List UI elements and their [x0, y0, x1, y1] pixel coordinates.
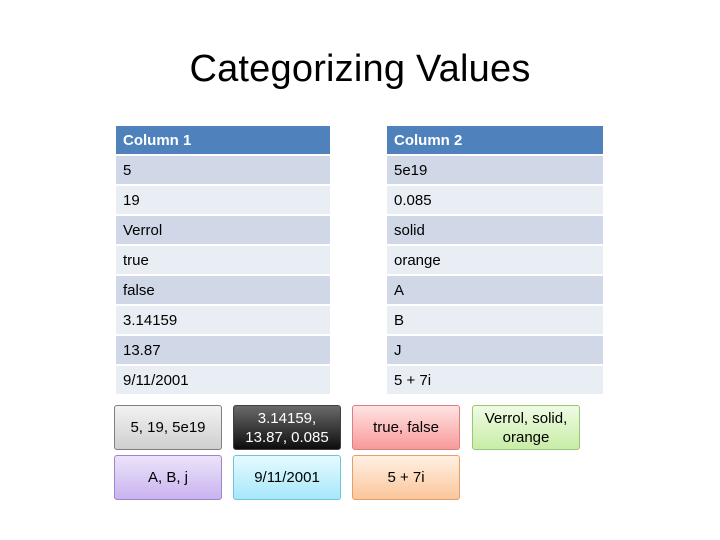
table-cell: orange: [387, 246, 603, 276]
table-cell: J: [387, 336, 603, 366]
table-cell: 9/11/2001: [116, 366, 330, 396]
table-row: A: [387, 276, 603, 306]
table-row: orange: [387, 246, 603, 276]
table-cell: 13.87: [116, 336, 330, 366]
table-row: 5e19: [387, 156, 603, 186]
table-cell: 5 + 7i: [387, 366, 603, 396]
table-row: true: [116, 246, 330, 276]
table-row: B: [387, 306, 603, 336]
category-box-integers: 5, 19, 5e19: [114, 405, 222, 450]
category-box-complex: 5 + 7i: [352, 455, 460, 500]
table-cell: solid: [387, 216, 603, 246]
table-row: J: [387, 336, 603, 366]
table-row: solid: [387, 216, 603, 246]
table-row: 9/11/2001: [116, 366, 330, 396]
table-row: 3.14159: [116, 306, 330, 336]
column1-header: Column 1: [116, 126, 330, 156]
table-row: 0.085: [387, 186, 603, 216]
table-cell: A: [387, 276, 603, 306]
table-cell: 19: [116, 186, 330, 216]
table-cell: 5: [116, 156, 330, 186]
table-row: 19: [116, 186, 330, 216]
table-row: 5 + 7i: [387, 366, 603, 396]
category-box-letters: A, B, j: [114, 455, 222, 500]
table-header-row: Column 1: [116, 126, 330, 156]
table-cell: 0.085: [387, 186, 603, 216]
table-cell: true: [116, 246, 330, 276]
slide-title: Categorizing Values: [189, 48, 531, 90]
category-box-decimals: 3.14159, 13.87, 0.085: [233, 405, 341, 450]
table-cell: B: [387, 306, 603, 336]
column1-table: Column 1 5 19 Verrol true false 3.14159 …: [116, 126, 330, 396]
category-box-date: 9/11/2001: [233, 455, 341, 500]
table-cell: Verrol: [116, 216, 330, 246]
column2-table: Column 2 5e19 0.085 solid orange A B J 5…: [387, 126, 603, 396]
table-row: false: [116, 276, 330, 306]
column2-header: Column 2: [387, 126, 603, 156]
category-box-booleans: true, false: [352, 405, 460, 450]
table-row: 5: [116, 156, 330, 186]
table-row: 13.87: [116, 336, 330, 366]
table-cell: false: [116, 276, 330, 306]
table-cell: 5e19: [387, 156, 603, 186]
table-row: Verrol: [116, 216, 330, 246]
table-cell: 3.14159: [116, 306, 330, 336]
table-header-row: Column 2: [387, 126, 603, 156]
category-box-words: Verrol, solid, orange: [472, 405, 580, 450]
